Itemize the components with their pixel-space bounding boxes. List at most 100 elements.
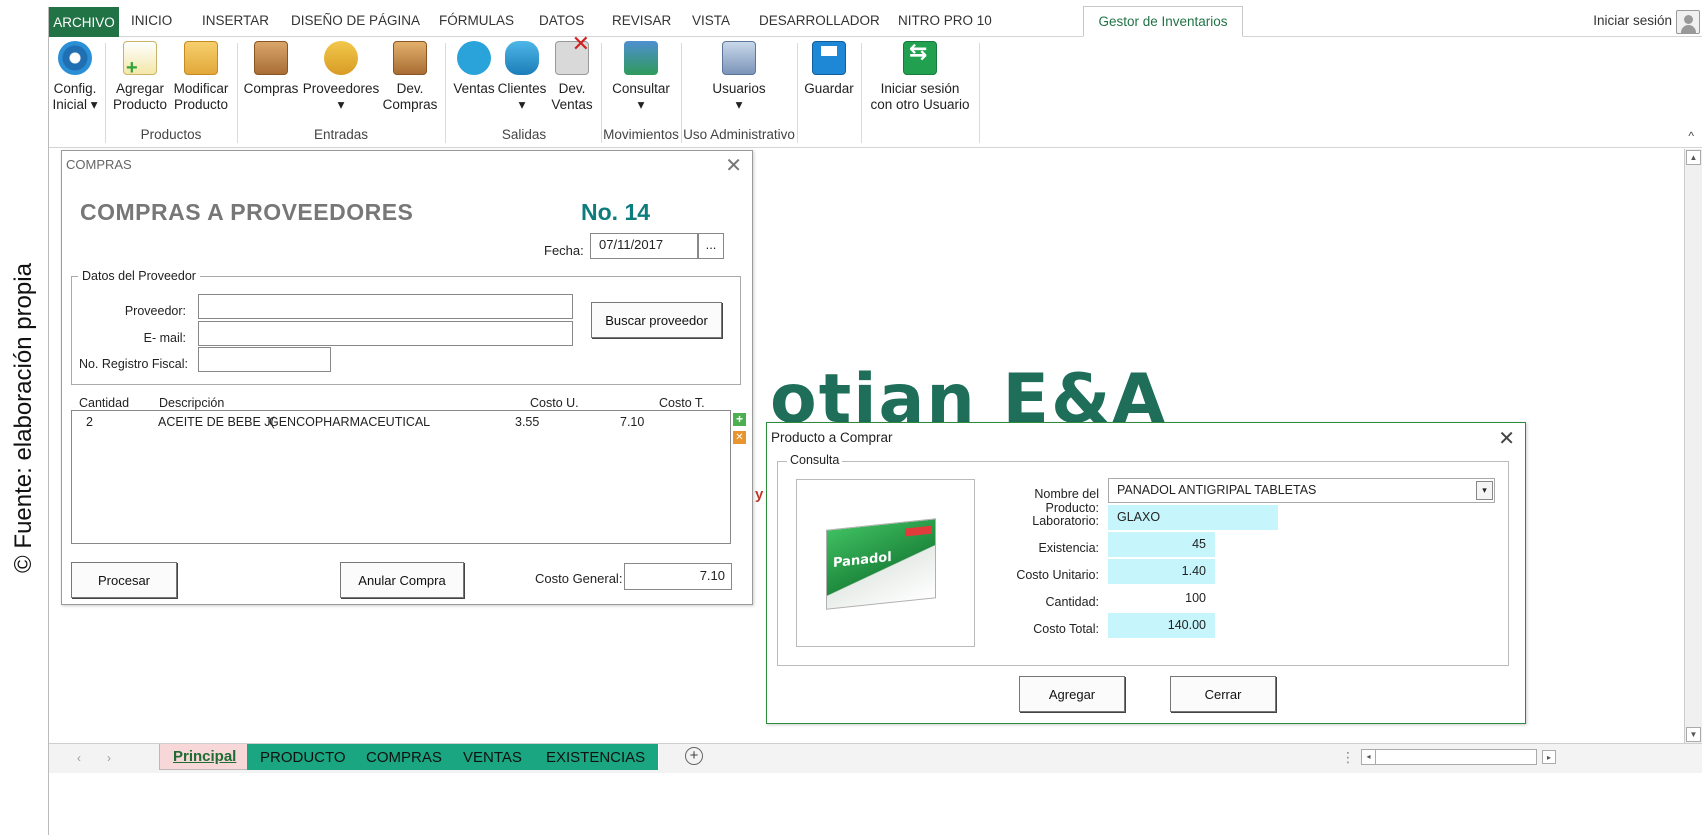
remove-item-icon[interactable]: ✕ (733, 431, 746, 444)
email-field[interactable] (198, 321, 573, 346)
scroll-down-icon[interactable]: ▼ (1686, 727, 1701, 742)
user-avatar-icon[interactable] (1676, 10, 1700, 34)
laboratorio-field: GLAXO (1108, 505, 1278, 530)
tab-datos[interactable]: DATOS (539, 13, 584, 28)
column-header-costo-t: Costo T. (659, 396, 705, 410)
sheet-watermark-sub: y (755, 486, 764, 503)
modificar-producto-button[interactable]: Modificar Producto (170, 41, 232, 113)
cantidad-label: Cantidad: (1045, 595, 1099, 609)
group-label-productos: Productos (140, 127, 202, 142)
vertical-scrollbar[interactable]: ▲ ▼ (1684, 149, 1702, 743)
signin-link[interactable]: Iniciar sesión (1593, 13, 1672, 28)
tab-desarrollador[interactable]: DESARROLLADOR (759, 13, 880, 28)
cantidad-field[interactable]: 100 (1108, 586, 1215, 611)
proveedores-button[interactable]: Proveedores ▾ (301, 41, 381, 113)
cart-icon (457, 41, 491, 75)
ribbon-tabs: ARCHIVO INICIO INSERTAR DISEÑO DE PÁGINA… (49, 6, 1702, 37)
items-list[interactable]: 2 ACEITE DE BEBE J( GENCOPHARMACEUTICAL … (71, 410, 731, 544)
item-costo-t: 7.10 (620, 415, 645, 429)
switch-user-icon (903, 41, 937, 75)
split-handle-icon[interactable]: ⋮ (1341, 749, 1355, 766)
fecha-label: Fecha: (544, 243, 584, 258)
suppliers-icon (324, 41, 358, 75)
agregar-button[interactable]: Agregar (1019, 676, 1125, 712)
usuarios-button[interactable]: Usuarios ▾ (689, 41, 789, 113)
existencia-field: 45 (1108, 532, 1215, 557)
ribbon-separator (979, 43, 980, 143)
horizontal-scrollbar[interactable]: ◂ ▸ (1361, 749, 1556, 765)
cerrar-button[interactable]: Cerrar (1170, 676, 1276, 712)
dev-compras-button[interactable]: Dev. Compras (381, 41, 439, 113)
scroll-left-icon[interactable]: ◂ (1362, 750, 1376, 764)
tab-nitro-pro[interactable]: NITRO PRO 10 (898, 13, 992, 28)
close-icon[interactable]: ✕ (725, 153, 742, 178)
dev-ventas-button[interactable]: Dev. Ventas (547, 36, 597, 113)
clients-icon (505, 41, 539, 75)
product-tag (905, 525, 931, 537)
group-label-salidas: Salidas (501, 127, 547, 142)
tab-diseno-pagina[interactable]: DISEÑO DE PÁGINA (291, 13, 420, 28)
compras-button[interactable]: Compras (241, 41, 301, 97)
group-label-entradas: Entradas (313, 127, 369, 142)
proveedor-label: Proveedor: (124, 304, 186, 318)
sheet-tab-ventas[interactable]: VENTAS (450, 744, 536, 770)
tab-archivo[interactable]: ARCHIVO (49, 7, 119, 37)
users-icon (722, 41, 756, 75)
gear-icon (58, 41, 92, 75)
consultar-button[interactable]: Consultar ▾ (605, 41, 677, 113)
chevron-down-icon[interactable]: ▾ (1476, 481, 1493, 500)
tab-formulas[interactable]: FÓRMULAS (439, 13, 514, 28)
ribbon-separator (861, 43, 862, 143)
procesar-button[interactable]: Procesar (71, 562, 177, 598)
tab-inicio[interactable]: INICIO (131, 13, 172, 28)
folder-search-icon (184, 41, 218, 75)
item-costo-u: 3.55 (515, 415, 540, 429)
producto-dialog: Producto a Comprar ✕ Consulta Panadol No… (766, 422, 1526, 724)
iniciar-sesion-otro-usuario-button[interactable]: Iniciar sesión con otro Usuario (865, 41, 975, 113)
ribbon-separator (445, 43, 446, 143)
ribbon-separator (681, 43, 682, 143)
sheet-next-icon[interactable]: › (107, 751, 111, 765)
clientes-button[interactable]: Clientes ▾ (497, 41, 547, 113)
costo-unitario-label: Costo Unitario: (1016, 568, 1099, 582)
money-icon (624, 41, 658, 75)
fecha-field[interactable]: 07/11/2017 (590, 233, 698, 259)
tab-insertar[interactable]: INSERTAR (202, 13, 269, 28)
column-header-costo-u: Costo U. (530, 396, 579, 410)
ribbon-collapse-icon[interactable]: ^ (1688, 129, 1694, 143)
return-box-icon (393, 41, 427, 75)
existencia-label: Existencia: (1038, 541, 1099, 555)
column-header-cantidad: Cantidad (79, 396, 130, 410)
agregar-producto-button[interactable]: Agregar Producto (109, 41, 171, 113)
costo-general-field[interactable]: 7.10 (624, 563, 732, 590)
guardar-button[interactable]: Guardar (801, 41, 857, 97)
tab-revisar[interactable]: REVISAR (612, 13, 671, 28)
ventas-button[interactable]: Ventas (449, 41, 499, 97)
nombre-producto-select[interactable]: PANADOL ANTIGRIPAL TABLETAS (1108, 478, 1495, 503)
date-picker-button[interactable]: ... (698, 233, 724, 259)
costo-total-label: Costo Total: (1033, 622, 1099, 636)
box-icon (254, 41, 288, 75)
sheet-prev-icon[interactable]: ‹ (77, 751, 81, 765)
add-item-icon[interactable]: + (733, 413, 746, 426)
costo-unitario-field: 1.40 (1108, 559, 1215, 584)
tab-vista[interactable]: VISTA (692, 13, 730, 28)
cart-remove-icon (555, 36, 590, 75)
sheet-tab-compras[interactable]: COMPRAS (353, 744, 456, 770)
config-inicial-button[interactable]: Config. Inicial ▾ (51, 41, 99, 113)
close-icon[interactable]: ✕ (1498, 426, 1515, 451)
buscar-proveedor-button[interactable]: Buscar proveedor (591, 302, 722, 338)
sheet-tab-principal[interactable]: Principal (159, 744, 251, 770)
scroll-up-icon[interactable]: ▲ (1686, 150, 1701, 165)
add-sheet-icon[interactable]: + (685, 747, 703, 765)
consulta-legend: Consulta (787, 453, 843, 467)
sheet-tab-producto[interactable]: PRODUCTO (247, 744, 360, 770)
sheet-tab-existencias[interactable]: EXISTENCIAS (533, 744, 660, 770)
anular-compra-button[interactable]: Anular Compra (340, 562, 464, 598)
registro-fiscal-field[interactable] (198, 347, 331, 372)
scroll-right-icon[interactable]: ▸ (1542, 750, 1556, 764)
ribbon: Config. Inicial ▾ Agregar Producto Modif… (49, 36, 1702, 148)
product-image: Panadol (796, 479, 975, 647)
proveedor-field[interactable] (198, 294, 573, 319)
tab-gestor-inventarios[interactable]: Gestor de Inventarios (1083, 6, 1243, 37)
